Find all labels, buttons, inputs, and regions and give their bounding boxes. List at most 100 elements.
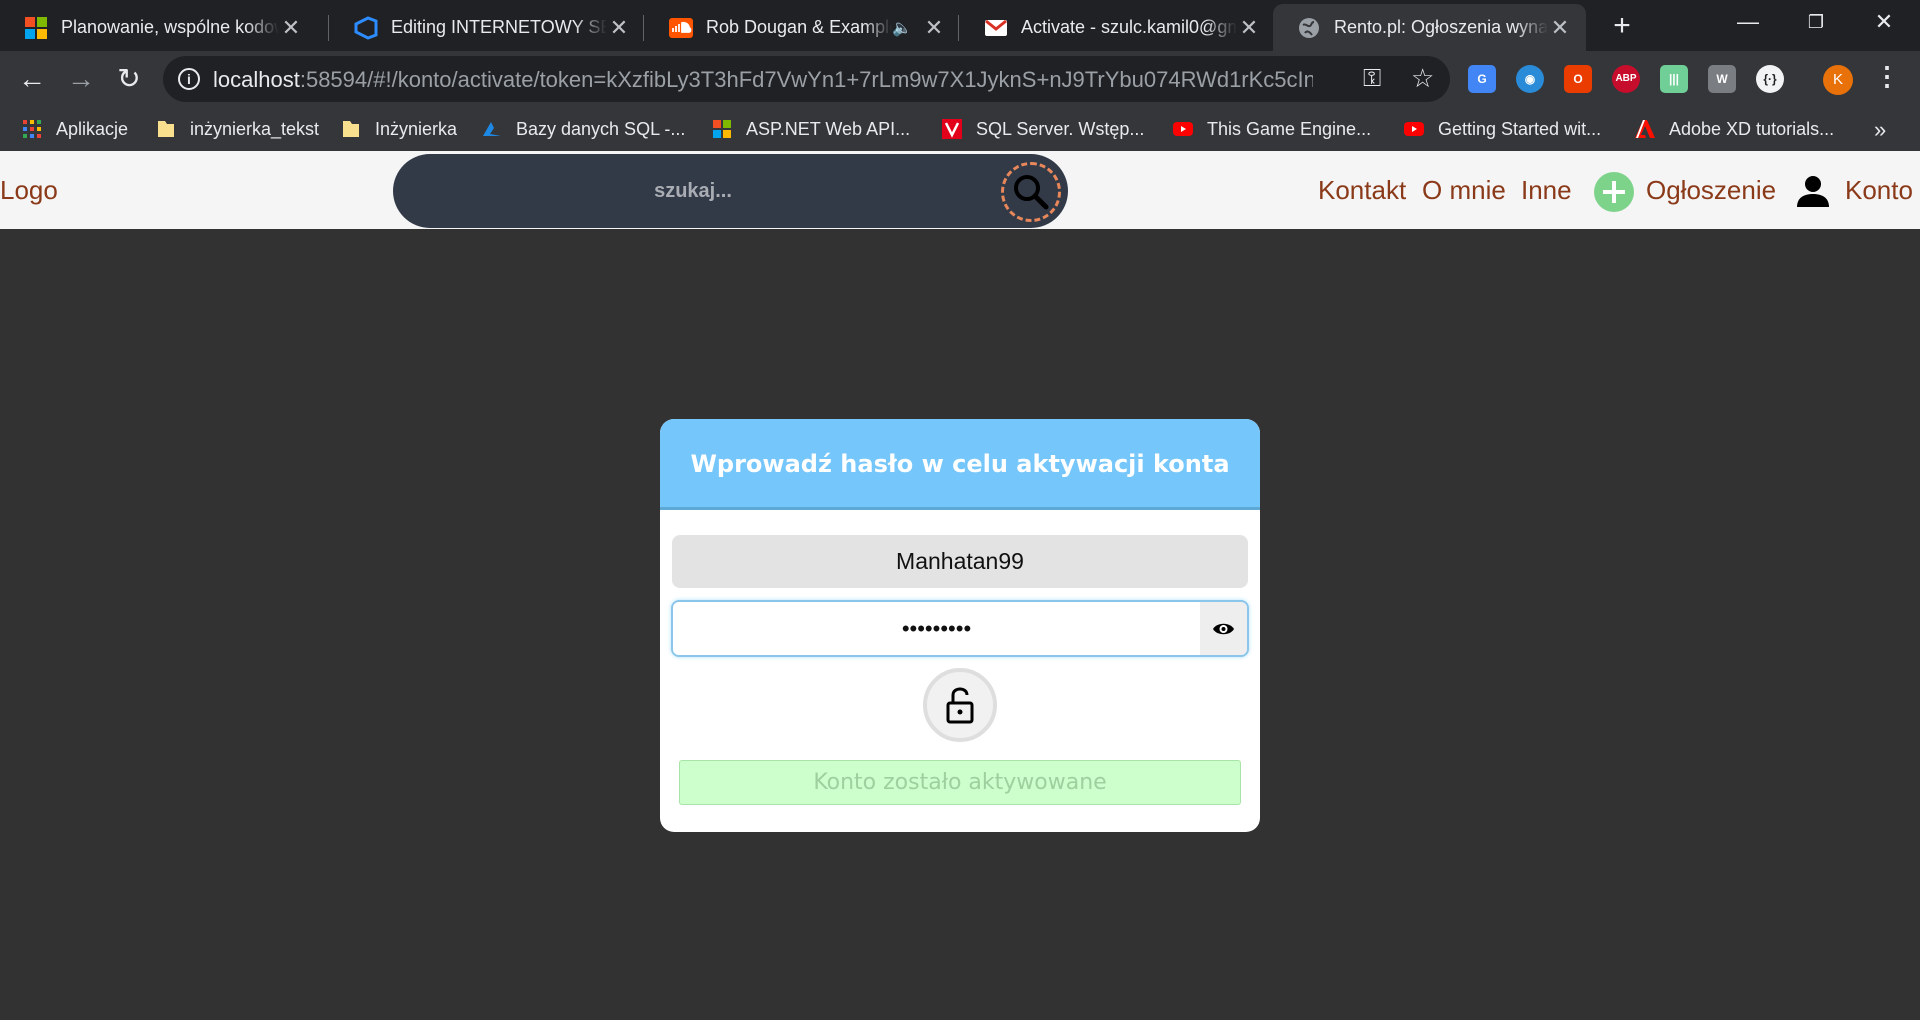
minimize-window-icon[interactable]: — — [1714, 0, 1782, 44]
card-title: Wprowadź hasło w celu aktywacji konta — [690, 450, 1230, 478]
soundcloud-icon — [669, 17, 693, 38]
show-password-button[interactable] — [1200, 602, 1247, 655]
bookmark-label: Inżynierka — [375, 118, 458, 139]
tab-title: Activate - szulc.kamil0@gmail.com — [1021, 17, 1237, 37]
close-window-icon[interactable]: ✕ — [1850, 0, 1918, 44]
site-logo[interactable]: Logo — [0, 175, 58, 206]
google-translate-icon[interactable]: G — [1468, 65, 1496, 93]
password-field[interactable] — [673, 602, 1200, 655]
bookmark-link[interactable]: Bazy danych SQL -... — [482, 113, 685, 145]
helion-icon — [942, 119, 962, 139]
nav-contact[interactable]: Kontakt — [1318, 175, 1406, 206]
add-listing-icon[interactable] — [1594, 172, 1634, 212]
browser-tab-strip: Planowanie, wspólne kodowanie ✕ Editing … — [0, 0, 1920, 51]
url-path: :58594/#!/konto/activate/token=kXzfibLy3… — [299, 67, 1313, 92]
youtube-icon — [1404, 122, 1424, 136]
bookmark-label: inżynierka_tekst — [190, 118, 320, 139]
url-text[interactable]: localhost:58594/#!/konto/activate/token=… — [213, 67, 1313, 93]
json-viewer-icon[interactable]: {·} — [1756, 65, 1784, 93]
speaker-icon[interactable]: 🔈 — [892, 18, 912, 38]
search-input[interactable] — [413, 171, 973, 211]
activate-button[interactable] — [923, 668, 997, 742]
close-tab-icon[interactable]: ✕ — [922, 15, 946, 41]
profile-avatar[interactable]: K — [1823, 65, 1853, 95]
browser-toolbar: ← → ↻ i localhost:58594/#!/konto/activat… — [0, 51, 1920, 107]
audio-extension-icon[interactable]: ||| — [1660, 65, 1688, 93]
site-info-icon[interactable]: i — [178, 68, 200, 90]
close-tab-icon[interactable]: ✕ — [1237, 15, 1261, 41]
bookmark-link[interactable]: This Game Engine... — [1173, 113, 1371, 145]
bookmark-label: Getting Started wit... — [1438, 118, 1602, 139]
new-tab-button[interactable]: + — [1604, 8, 1640, 44]
globe-icon — [1299, 17, 1319, 38]
tab-title: Planowanie, wspólne kodowanie — [61, 17, 279, 37]
adobe-icon — [1635, 120, 1655, 138]
browser-tab[interactable]: Editing INTERNETOWY SERWIS ✕ — [330, 4, 645, 51]
bookmark-folder[interactable]: inżynierka_tekst — [156, 113, 319, 145]
login-field[interactable] — [672, 535, 1248, 588]
bookmark-label: SQL Server. Wstęp... — [976, 118, 1145, 139]
search-button[interactable] — [1001, 162, 1061, 222]
browser-tab-active[interactable]: Rento.pl: Ogłoszenia wynajmu ✕ — [1273, 4, 1586, 51]
earth-icon[interactable]: ◉ — [1516, 65, 1544, 93]
microsoft-icon — [713, 120, 731, 138]
w-shield-icon[interactable]: W — [1708, 65, 1736, 93]
microsoft-icon — [25, 16, 47, 39]
bookmarks-overflow-icon[interactable]: » — [1874, 117, 1886, 143]
browser-tab[interactable]: Rob Dougan & Example 🔈 ✕ — [645, 4, 960, 51]
nav-other[interactable]: Inne — [1521, 175, 1572, 206]
restore-window-icon[interactable]: ❐ — [1782, 0, 1850, 44]
tab-separator — [958, 15, 959, 41]
bookmark-apps[interactable]: Aplikacje — [22, 113, 128, 145]
azure-icon — [483, 122, 501, 136]
browser-tab[interactable]: Planowanie, wspólne kodowanie ✕ — [0, 4, 317, 51]
azure-devops-icon — [354, 15, 378, 40]
url-host: localhost — [213, 67, 300, 92]
card-header: Wprowadź hasło w celu aktywacji konta — [660, 419, 1260, 510]
site-header: Logo Kontakt O mnie Inne Ogłoszenie Kont… — [0, 151, 1920, 229]
user-icon[interactable] — [1795, 173, 1831, 209]
bookmarks-bar: Aplikacje inżynierka_tekst Inżynierka Ba… — [0, 107, 1920, 151]
tab-separator — [328, 15, 329, 41]
nav-account[interactable]: Konto — [1845, 175, 1913, 206]
back-icon[interactable]: ← — [13, 60, 51, 98]
search-icon — [1014, 175, 1049, 210]
bookmark-label: ASP.NET Web API... — [746, 118, 911, 139]
office-icon[interactable]: O — [1564, 65, 1592, 93]
close-tab-icon[interactable]: ✕ — [1548, 15, 1572, 41]
bookmark-star-icon[interactable]: ☆ — [1411, 63, 1434, 94]
key-icon[interactable]: ⚿ — [1363, 65, 1381, 93]
browser-tab[interactable]: Activate - szulc.kamil0@gmail.com ✕ — [960, 4, 1275, 51]
bookmark-label: Adobe XD tutorials... — [1669, 118, 1835, 139]
close-tab-icon[interactable]: ✕ — [279, 15, 303, 41]
address-bar[interactable]: i localhost:58594/#!/konto/activate/toke… — [163, 56, 1450, 102]
eye-icon — [1213, 623, 1234, 635]
gmail-icon — [985, 19, 1007, 36]
forward-icon[interactable]: → — [62, 60, 100, 98]
browser-menu-icon[interactable]: ⋮ — [1874, 61, 1900, 92]
nav-about[interactable]: O mnie — [1422, 175, 1506, 206]
bookmark-label: Bazy danych SQL -... — [516, 118, 686, 139]
reload-icon[interactable]: ↻ — [110, 60, 148, 98]
bookmark-label: This Game Engine... — [1207, 118, 1372, 139]
bookmark-label: Aplikacje — [56, 118, 129, 139]
bookmark-link[interactable]: ASP.NET Web API... — [712, 113, 910, 145]
nav-listing[interactable]: Ogłoszenie — [1646, 175, 1776, 206]
unlock-icon — [946, 687, 974, 724]
adblock-plus-icon[interactable]: ABP — [1612, 65, 1640, 93]
bookmark-folder[interactable]: Inżynierka — [341, 113, 457, 145]
close-tab-icon[interactable]: ✕ — [607, 15, 631, 41]
bookmark-link[interactable]: Getting Started wit... — [1404, 113, 1601, 145]
folder-icon — [158, 121, 174, 137]
search-bar — [393, 154, 1068, 228]
youtube-icon — [1173, 122, 1193, 136]
bookmark-link[interactable]: SQL Server. Wstęp... — [942, 113, 1144, 145]
activation-card: Wprowadź hasło w celu aktywacji konta Ko… — [660, 419, 1260, 832]
tab-title: Editing INTERNETOWY SERWIS — [391, 17, 607, 37]
bookmark-link[interactable]: Adobe XD tutorials... — [1635, 113, 1834, 145]
tab-separator — [643, 15, 644, 41]
apps-grid-icon — [23, 120, 41, 138]
tab-title: Rento.pl: Ogłoszenia wynajmu — [1334, 17, 1548, 37]
success-message: Konto zostało aktywowane — [679, 760, 1241, 805]
folder-icon — [343, 121, 359, 137]
